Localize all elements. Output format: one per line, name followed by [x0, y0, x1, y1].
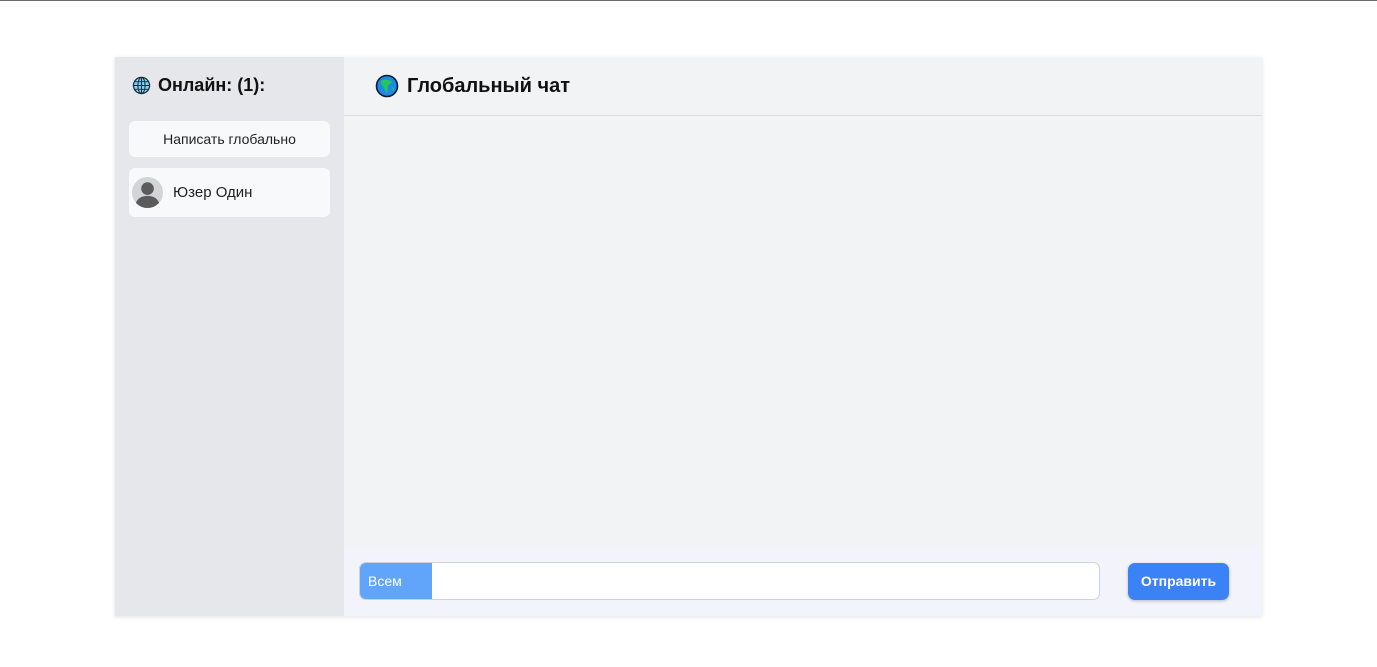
recipient-selector[interactable]: Всем [360, 563, 432, 599]
write-global-button[interactable]: Написать глобально [129, 121, 330, 157]
send-button[interactable]: Отправить [1128, 562, 1229, 600]
messages-area[interactable] [344, 116, 1262, 546]
sidebar: Онлайн: (1): Написать глобально Юзер Оди… [115, 57, 344, 616]
message-composer: Всем Отправить [344, 546, 1262, 616]
online-count-label: Онлайн: (1): [158, 74, 266, 95]
user-silhouette-icon [131, 176, 164, 209]
online-user-item[interactable]: Юзер Один [129, 168, 330, 217]
message-input[interactable] [432, 563, 1099, 599]
message-input-group: Всем [359, 562, 1100, 600]
chat-header: Глобальный чат [344, 57, 1262, 116]
chat-title: Глобальный чат [407, 74, 571, 97]
online-header: Онлайн: (1): [129, 73, 330, 97]
chat-app: Онлайн: (1): Написать глобально Юзер Оди… [115, 57, 1262, 616]
earth-globe-icon [375, 74, 399, 98]
chat-main: Глобальный чат Всем Отправить [344, 57, 1262, 616]
globe-meridians-icon [132, 76, 151, 95]
user-name: Юзер Один [173, 184, 253, 201]
top-divider [0, 0, 1377, 1]
